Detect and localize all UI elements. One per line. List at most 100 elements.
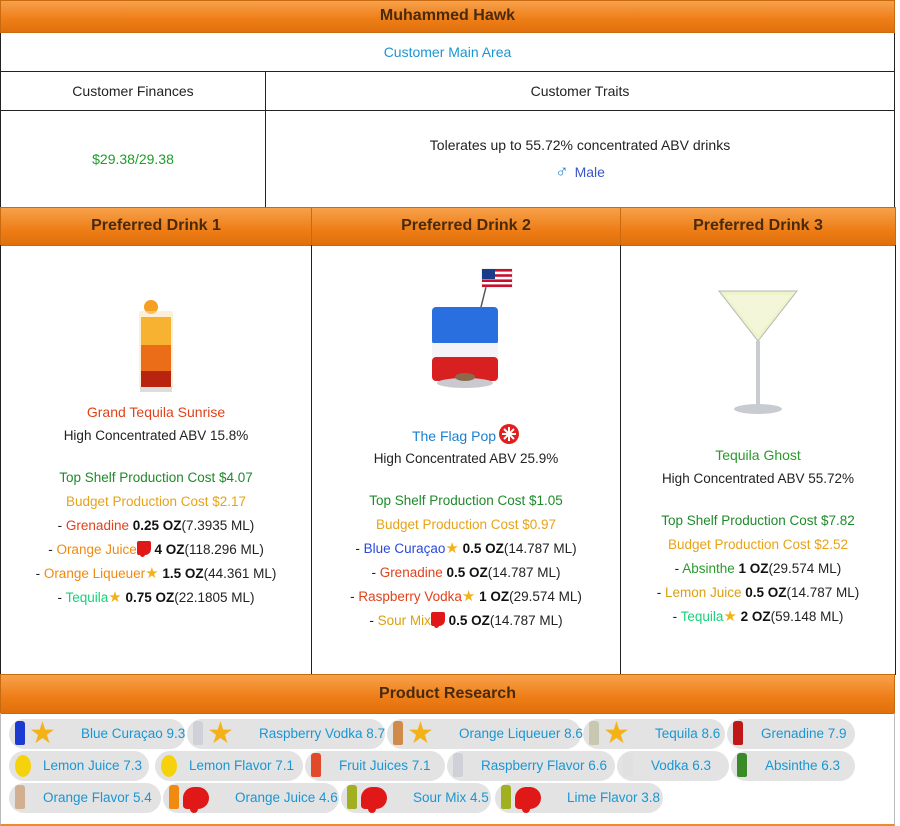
ingredient-amount: 0.75 OZ	[125, 590, 175, 605]
drink-3-panel: Tequila Ghost High Concentrated ABV 55.7…	[620, 245, 896, 675]
drink-3-top-cost: Top Shelf Production Cost $7.82	[661, 513, 855, 528]
research-item-label[interactable]: Orange Liqueuer 8.6	[459, 719, 583, 749]
ingredient-name[interactable]: Lemon Juice	[665, 585, 742, 600]
research-item-label[interactable]: Lime Flavor 3.8	[567, 783, 660, 813]
traits-heading: Customer Traits	[265, 71, 895, 111]
research-item-label[interactable]: Raspberry Vodka 8.7	[259, 719, 385, 749]
item-icons	[453, 753, 463, 779]
drink-3-name[interactable]: Tequila Ghost	[621, 443, 895, 467]
research-item[interactable]: Lemon Flavor 7.1	[155, 751, 303, 781]
drink-1-name[interactable]: Grand Tequila Sunrise	[1, 400, 311, 424]
abv-tolerance: Tolerates up to 55.72% concentrated ABV …	[429, 137, 731, 153]
item-icons: ★	[393, 717, 434, 750]
ingredient-name[interactable]: Grenadine	[380, 565, 443, 580]
bottle-icon	[737, 753, 747, 777]
ingredient-row: - Tequila★ 2 OZ(59.148 ML)	[672, 608, 844, 625]
item-icons	[161, 753, 177, 779]
finances-heading: Customer Finances	[0, 71, 266, 111]
ingredient-name[interactable]: Tequila	[65, 590, 108, 605]
research-item[interactable]: Absinthe 6.3	[731, 751, 855, 781]
ingredient-row: - Tequila★ 0.75 OZ(22.1805 ML)	[57, 589, 255, 606]
research-item-label[interactable]: Tequila 8.6	[655, 719, 720, 749]
star-icon: ★	[723, 608, 737, 625]
research-item-label[interactable]: Blue Curaçao 9.3	[81, 719, 185, 749]
research-item-label[interactable]: Absinthe 6.3	[765, 751, 840, 781]
bottle-icon	[347, 785, 357, 809]
research-item[interactable]: Sour Mix 4.5	[341, 783, 491, 813]
star-icon: ★	[108, 589, 122, 606]
ingredient-ml: (29.574 ML)	[509, 589, 582, 604]
item-icons	[737, 753, 747, 779]
ingredient-amount: 1 OZ	[479, 589, 510, 604]
research-item[interactable]: ★ Blue Curaçao 9.3	[9, 719, 185, 749]
research-item[interactable]: Orange Juice 4.6	[163, 783, 339, 813]
item-icons: ★	[589, 719, 630, 749]
bottle-icon	[623, 753, 633, 777]
item-icons	[15, 753, 31, 779]
ingredient-row: - Orange Liqueuer★ 1.5 OZ(44.361 ML)	[35, 565, 277, 582]
research-item[interactable]: ★ Tequila 8.6	[583, 719, 725, 749]
customer-name-header: Muhammed Hawk	[0, 0, 895, 33]
research-item[interactable]: Fruit Juices 7.1	[305, 751, 445, 781]
bottle-icon	[311, 753, 321, 777]
ingredient-name[interactable]: Orange Juice	[56, 542, 136, 557]
ingredient-name[interactable]: Tequila	[681, 609, 724, 624]
star-icon: ★	[407, 717, 434, 750]
star-icon: ★	[145, 565, 159, 582]
research-item-label[interactable]: Fruit Juices 7.1	[339, 751, 431, 781]
male-symbol-icon: ♂	[555, 161, 569, 181]
main-area-link-text[interactable]: Customer Main Area	[384, 44, 512, 60]
star-icon: ★	[29, 717, 56, 750]
item-icons	[15, 785, 25, 811]
drink-1-abv: High Concentrated ABV 15.8%	[63, 428, 249, 443]
drink-1-details: Grand Tequila Sunrise High Concentrated …	[1, 400, 311, 610]
drink-2-ingredients: - Blue Curaçao★ 0.5 OZ(14.787 ML) - Grena…	[312, 537, 620, 633]
research-item[interactable]: ★ Orange Liqueuer 8.6	[387, 717, 583, 750]
ingredient-row: - Grenadine 0.5 OZ(14.787 ML)	[371, 565, 561, 580]
money-balance: $29.38/29.38	[92, 151, 174, 167]
drink-2-name[interactable]: The Flag Pop	[312, 423, 620, 447]
drink-2-budget-cost: Budget Production Cost $0.97	[375, 517, 557, 532]
drink-1-ingredients: - Grenadine 0.25 OZ(7.3935 ML) - Orange J…	[1, 514, 311, 610]
ingredient-amount: 1 OZ	[738, 561, 769, 576]
ingredient-amount: 0.25 OZ	[132, 518, 182, 533]
research-item[interactable]: ★ Raspberry Vodka 8.7	[187, 719, 385, 749]
ingredient-name[interactable]: Sour Mix	[378, 613, 431, 628]
ingredient-ml: (118.296 ML)	[184, 542, 264, 557]
research-item-label[interactable]: Orange Juice 4.6	[235, 783, 338, 813]
research-item-label[interactable]: Vodka 6.3	[651, 751, 711, 781]
ingredient-name[interactable]: Orange Liqueuer	[44, 566, 145, 581]
thumbs-down-icon	[515, 787, 541, 813]
customer-main-area-link[interactable]: Customer Main Area	[0, 33, 895, 72]
research-item-label[interactable]: Grenadine 7.9	[761, 719, 847, 749]
drink-2-details: The Flag Pop High Concentrated ABV 25.9%…	[312, 423, 620, 633]
item-icons	[501, 785, 541, 813]
drink-2-top-cost: Top Shelf Production Cost $1.05	[369, 493, 563, 508]
bottle-icon	[169, 785, 179, 809]
research-item-label[interactable]: Raspberry Flavor 6.6	[481, 751, 607, 781]
research-item-label[interactable]: Lemon Flavor 7.1	[189, 751, 294, 781]
ingredient-row: - Orange Juice 4 OZ(118.296 ML)	[48, 541, 264, 557]
research-item[interactable]: Lime Flavor 3.8	[495, 783, 663, 813]
research-item-label[interactable]: Lemon Juice 7.3	[43, 751, 142, 781]
lemon-icon	[161, 755, 177, 777]
research-item[interactable]: Raspberry Flavor 6.6	[447, 751, 615, 781]
ingredient-name[interactable]: Grenadine	[66, 518, 129, 533]
research-item[interactable]: Vodka 6.3	[617, 751, 729, 781]
research-item[interactable]: Orange Flavor 5.4	[9, 783, 161, 813]
ingredient-amount: 0.5 OZ	[462, 541, 504, 556]
research-item[interactable]: Lemon Juice 7.3	[9, 751, 149, 781]
ingredient-name[interactable]: Raspberry Vodka	[358, 589, 462, 604]
research-item-label[interactable]: Sour Mix 4.5	[413, 783, 489, 813]
traits-panel: Tolerates up to 55.72% concentrated ABV …	[265, 110, 895, 208]
ingredient-ml: (14.787 ML)	[489, 613, 563, 628]
gender-row: ♂ Male	[266, 161, 894, 182]
research-item-label[interactable]: Orange Flavor 5.4	[43, 783, 152, 813]
research-item[interactable]: Grenadine 7.9	[727, 719, 855, 749]
ingredient-ml: (59.148 ML)	[770, 609, 844, 624]
martini-glass-image	[717, 290, 799, 414]
drink-1-budget-cost: Budget Production Cost $2.17	[65, 494, 247, 509]
ingredient-name[interactable]: Absinthe	[682, 561, 735, 576]
ingredient-ml: (14.787 ML)	[487, 565, 561, 580]
ingredient-name[interactable]: Blue Curaçao	[364, 541, 446, 556]
